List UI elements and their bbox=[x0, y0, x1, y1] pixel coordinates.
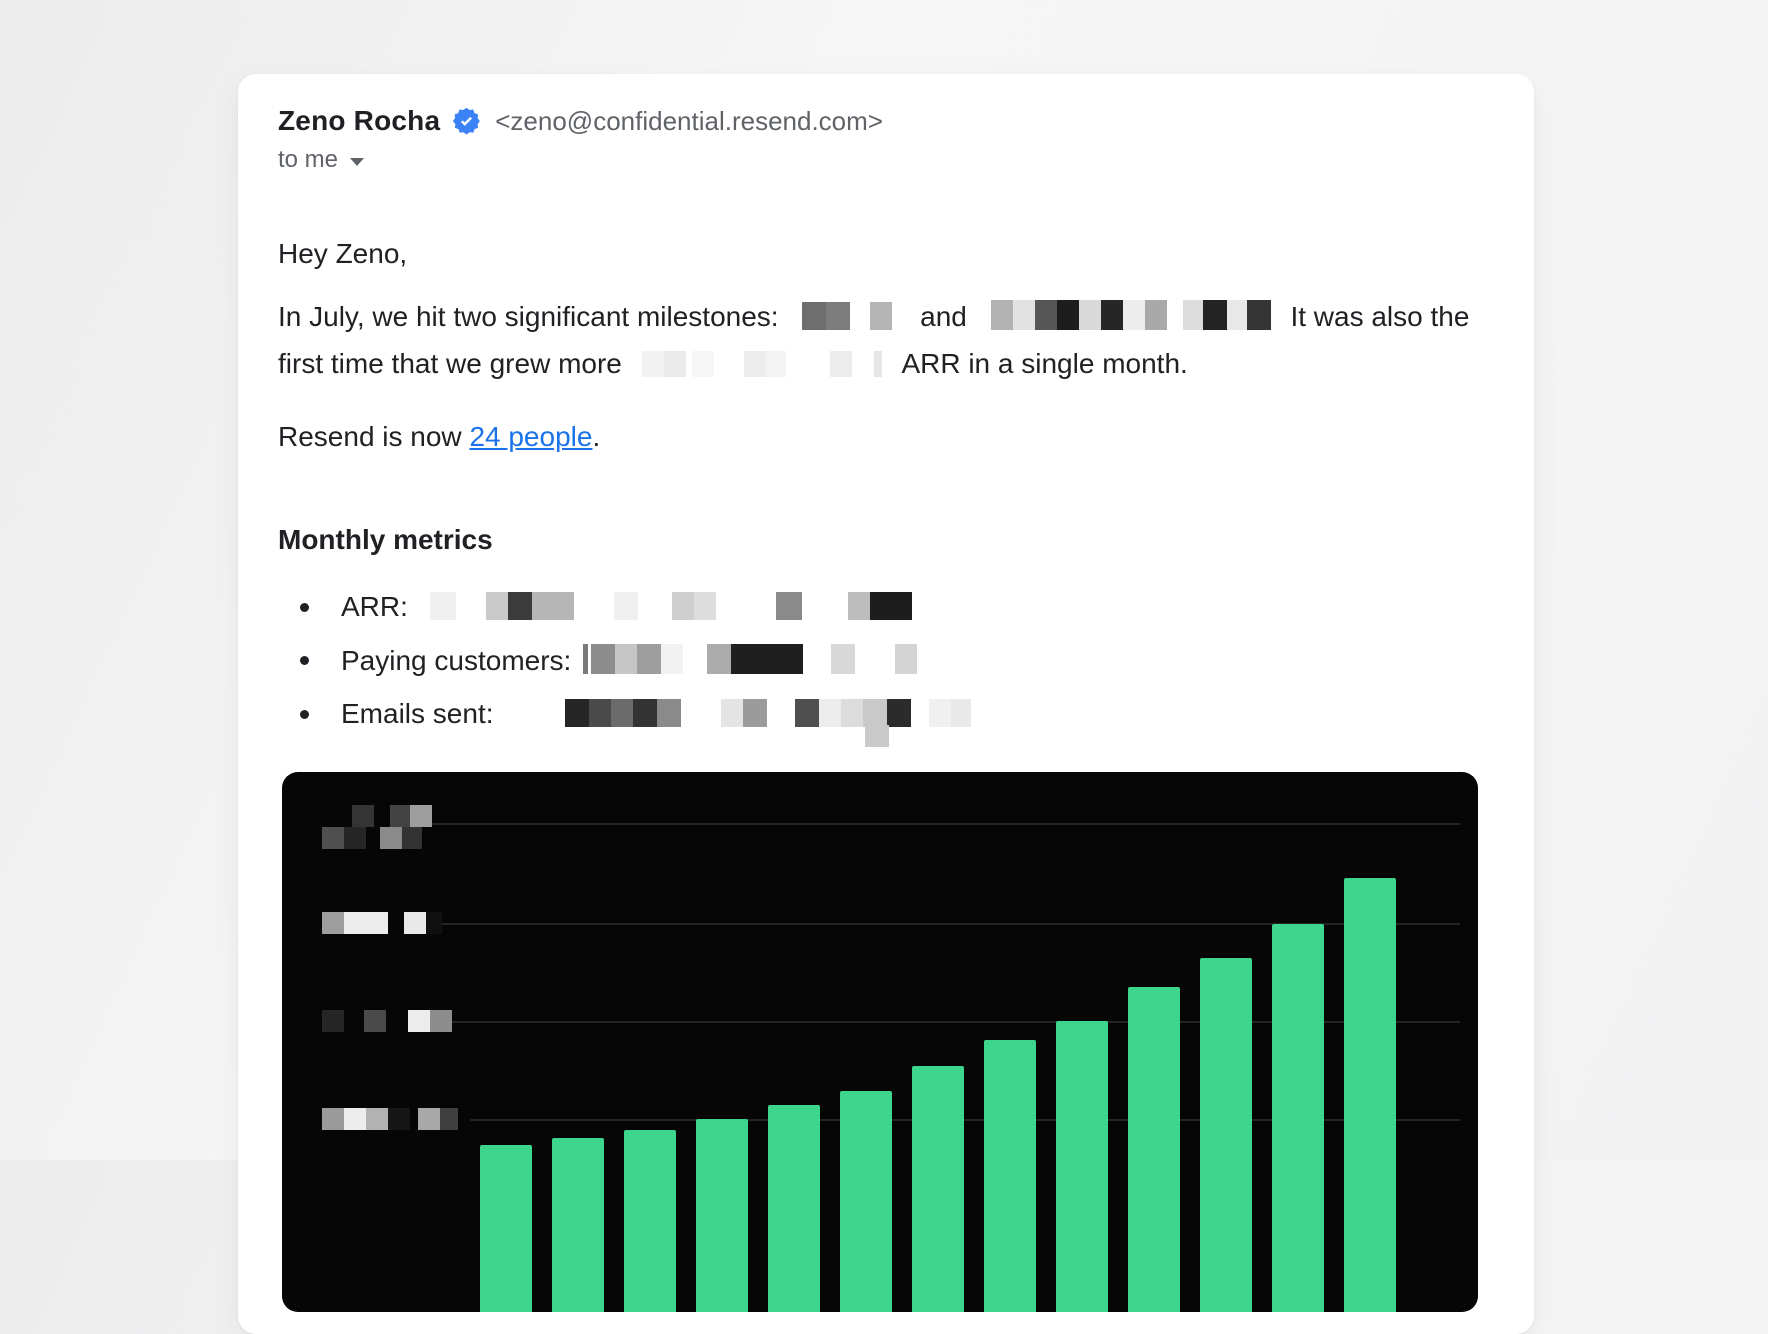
chart-bar bbox=[552, 1138, 604, 1312]
team-size-suffix: . bbox=[592, 421, 600, 452]
chart-bar bbox=[696, 1119, 748, 1312]
metrics-bar-chart bbox=[282, 772, 1478, 1312]
greeting-text: Hey Zeno, bbox=[278, 234, 1494, 274]
redacted-block bbox=[583, 644, 917, 674]
milestones-paragraph: In July, we hit two significant mileston… bbox=[278, 293, 1494, 387]
verified-badge-icon bbox=[452, 107, 481, 136]
redacted-block bbox=[430, 592, 912, 620]
sender-name: Zeno Rocha bbox=[278, 104, 440, 138]
grew-more-text: first time that we grew more bbox=[278, 348, 622, 379]
chevron-down-icon bbox=[350, 158, 364, 166]
team-size-prefix: Resend is now bbox=[278, 421, 469, 452]
chart-bar bbox=[1200, 958, 1252, 1312]
metrics-list: ARR: Paying customers: Emails sent: bbox=[278, 591, 1494, 730]
metric-item-emails-sent: Emails sent: bbox=[278, 698, 1494, 730]
arr-month-text: ARR in a single month. bbox=[901, 348, 1187, 379]
email-viewer: { "colors": { "background": "#f2f2f3", "… bbox=[0, 0, 1768, 1160]
chart-axis-label-redacted bbox=[322, 827, 422, 849]
redacted-block bbox=[991, 300, 1271, 330]
chart-bar bbox=[1344, 878, 1396, 1312]
chart-gridline bbox=[413, 823, 1460, 825]
redacted-block bbox=[565, 699, 971, 727]
chart-axis-label-redacted bbox=[322, 1108, 458, 1130]
chart-bar bbox=[984, 1040, 1036, 1312]
chart-bar bbox=[480, 1145, 532, 1312]
email-header: Zeno Rocha <zeno@confidential.resend.com… bbox=[278, 104, 1494, 138]
chart-bar bbox=[912, 1066, 964, 1312]
team-size-paragraph: Resend is now 24 people. bbox=[278, 417, 1494, 457]
metric-item-arr: ARR: bbox=[278, 591, 1494, 623]
chart-bar bbox=[624, 1130, 676, 1312]
redacted-block bbox=[802, 302, 892, 330]
chart-bar bbox=[1128, 987, 1180, 1312]
recipient-dropdown[interactable]: to me bbox=[278, 146, 1494, 174]
milestones-suffix-text: It was also the bbox=[1290, 301, 1469, 332]
chart-bar bbox=[768, 1105, 820, 1312]
chart-bar bbox=[1056, 1021, 1108, 1312]
metric-label: Paying customers: bbox=[341, 645, 571, 676]
milestones-text: In July, we hit two significant mileston… bbox=[278, 301, 779, 332]
email-card: Zeno Rocha <zeno@confidential.resend.com… bbox=[238, 74, 1534, 1334]
metric-label: ARR: bbox=[341, 591, 408, 622]
chart-bar bbox=[1272, 924, 1324, 1312]
metric-label: Emails sent: bbox=[341, 698, 494, 729]
sender-address: <zeno@confidential.resend.com> bbox=[495, 104, 883, 138]
redacted-block bbox=[642, 351, 882, 377]
metrics-heading: Monthly metrics bbox=[278, 523, 1494, 557]
bullet-icon bbox=[300, 710, 309, 719]
chart-bar bbox=[840, 1091, 892, 1312]
chart-axis-label-redacted bbox=[322, 1010, 452, 1032]
milestones-and-text: and bbox=[920, 301, 967, 332]
bullet-icon bbox=[300, 656, 309, 665]
metric-item-paying-customers: Paying customers: bbox=[278, 644, 1494, 677]
people-link[interactable]: 24 people bbox=[469, 421, 592, 452]
bullet-icon bbox=[300, 603, 309, 612]
recipient-label: to me bbox=[278, 146, 338, 174]
chart-axis-label-redacted bbox=[322, 912, 442, 934]
redacted-block-fragment bbox=[865, 725, 889, 747]
chart-axis-label-redacted bbox=[328, 805, 432, 827]
